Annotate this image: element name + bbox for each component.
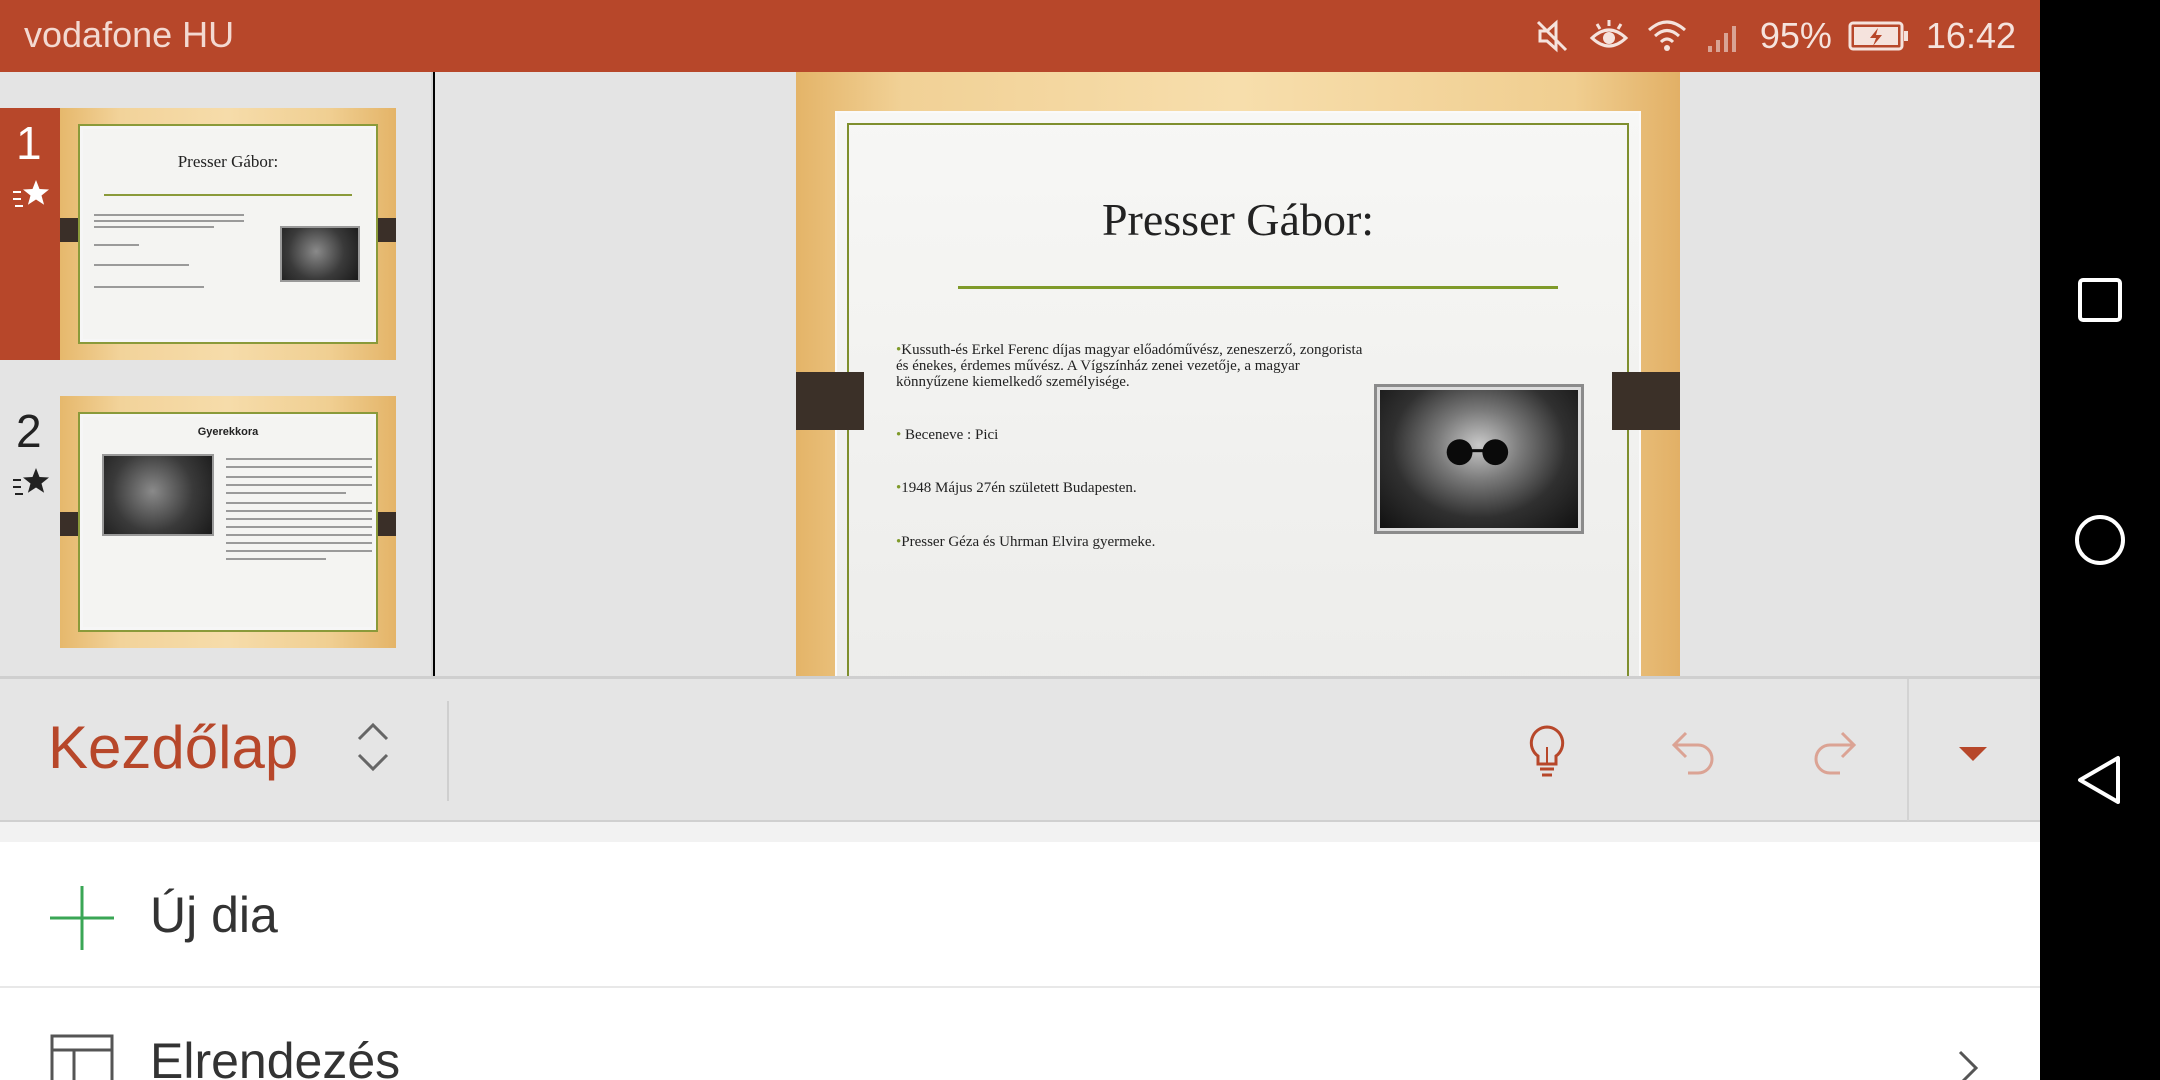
- slide-transition-icon: [13, 180, 49, 207]
- chevron-right-icon: [1958, 1050, 1979, 1080]
- recent-apps-icon[interactable]: [2070, 270, 2130, 330]
- text-line: [226, 550, 372, 552]
- command-label: Új dia: [150, 887, 278, 943]
- undo-icon[interactable]: [1662, 721, 1722, 781]
- signal-icon: [1707, 26, 1736, 52]
- slide-number: 2: [16, 405, 42, 457]
- photo-image: [1380, 390, 1578, 528]
- text-line: [226, 502, 372, 504]
- slide-title[interactable]: Presser Gábor:: [835, 193, 1641, 246]
- status-bar: vodafone HU 95% 16:42: [0, 0, 2040, 72]
- home-icon[interactable]: [2070, 510, 2130, 570]
- bullet-text: 1948 Május 27én született Budapesten.: [901, 480, 1137, 496]
- slide-thumbnail-panel: 1 Presser Gábor: 2 Gyerekkora: [0, 72, 433, 676]
- home-command-list: Új dia Elrendezés: [0, 842, 2040, 1080]
- thumbnail-number-column: 2: [0, 396, 60, 648]
- chevron-up-down-icon[interactable]: [355, 717, 391, 777]
- system-navigation-bar: [2040, 0, 2160, 1080]
- text-line: [226, 484, 372, 486]
- clock: 16:42: [1925, 15, 2016, 56]
- ribbon-bar: Kezdőlap: [0, 676, 2040, 822]
- back-icon[interactable]: [2070, 750, 2130, 810]
- slide-canvas: Presser Gábor: •Kussuth-és Erkel Ferenc …: [835, 111, 1641, 676]
- thumbnail-rule: [104, 194, 352, 196]
- text-line: [226, 466, 372, 468]
- thumbnail-title: Gyerekkora: [197, 426, 259, 438]
- bullet-text: Presser Géza és Uhrman Elvira gyermeke.: [901, 534, 1156, 550]
- text-line: [226, 510, 372, 512]
- panel-gap: [0, 822, 2040, 842]
- wifi-icon: [1647, 20, 1686, 51]
- text-line: [94, 214, 244, 216]
- text-line: [94, 226, 214, 228]
- slide-bullet[interactable]: •Kussuth-és Erkel Ferenc díjas magyar el…: [896, 342, 1366, 390]
- ribbon-divider: [447, 701, 449, 801]
- slide-thumbnail-1[interactable]: 1 Presser Gábor:: [0, 108, 433, 360]
- collapse-ribbon-icon[interactable]: [1943, 723, 2003, 783]
- thumbnail-title: Presser Gábor:: [177, 152, 279, 171]
- carrier-name: vodafone HU: [24, 14, 235, 55]
- thumbnail-number-column: 1: [0, 108, 60, 360]
- clip-decoration: [1612, 372, 1680, 430]
- thumbnail-slide: Presser Gábor:: [78, 124, 378, 344]
- mute-icon: [1536, 19, 1567, 53]
- text-line: [226, 558, 326, 560]
- command-label: Elrendezés: [150, 1033, 401, 1080]
- thumbnail-photo: [102, 454, 214, 536]
- text-line: [226, 518, 372, 520]
- eye-comfort-icon: [1589, 20, 1629, 48]
- text-line: [226, 476, 372, 478]
- layout-command[interactable]: Elrendezés: [0, 988, 2040, 1080]
- thumbnail-slide: Gyerekkora: [78, 412, 378, 632]
- bullet-text: Kussuth-és Erkel Ferenc díjas magyar elő…: [896, 342, 1363, 390]
- text-line: [226, 542, 372, 544]
- text-line: [226, 492, 346, 494]
- thumbnail-photo: [280, 226, 360, 282]
- ribbon-divider: [1907, 679, 1909, 821]
- title-rule: [958, 286, 1558, 289]
- text-line: [226, 526, 372, 528]
- new-slide-command[interactable]: Új dia: [0, 842, 2040, 988]
- sunglasses-shape: [1447, 439, 1509, 465]
- lightbulb-icon[interactable]: [1517, 721, 1577, 781]
- clip-decoration: [796, 372, 864, 430]
- slide-editor[interactable]: Presser Gábor: •Kussuth-és Erkel Ferenc …: [435, 72, 2040, 676]
- text-line: [94, 220, 244, 222]
- layout-icon: [50, 1034, 114, 1080]
- battery-charging-icon: [1848, 21, 1908, 51]
- thumbnail-image: Gyerekkora: [60, 396, 396, 648]
- slide-transition-icon: [13, 468, 49, 495]
- text-line: [226, 458, 372, 460]
- battery-percent: 95%: [1759, 15, 1832, 56]
- portrait-photo[interactable]: [1374, 384, 1584, 534]
- text-line: [94, 264, 189, 266]
- current-slide[interactable]: Presser Gábor: •Kussuth-és Erkel Ferenc …: [796, 72, 1680, 676]
- text-line: [94, 286, 204, 288]
- slide-bullet[interactable]: • Beceneve : Pici: [896, 427, 1366, 443]
- slide-number: 1: [16, 117, 42, 169]
- plus-icon: [50, 886, 114, 950]
- slide-bullet[interactable]: •1948 Május 27én született Budapesten.: [896, 480, 1366, 496]
- slide-bullet[interactable]: •Presser Géza és Uhrman Elvira gyermeke.: [896, 534, 1366, 550]
- ribbon-tab-selector[interactable]: Kezdőlap: [48, 713, 298, 782]
- status-icons: 95% 16:42: [1532, 12, 2016, 60]
- slide-thumbnail-2[interactable]: 2 Gyerekkora: [0, 396, 433, 648]
- bullet-text: Beceneve : Pici: [901, 427, 999, 443]
- text-line: [94, 244, 139, 246]
- text-line: [226, 534, 372, 536]
- thumbnail-image: Presser Gábor:: [60, 108, 396, 360]
- redo-icon[interactable]: [1806, 721, 1866, 781]
